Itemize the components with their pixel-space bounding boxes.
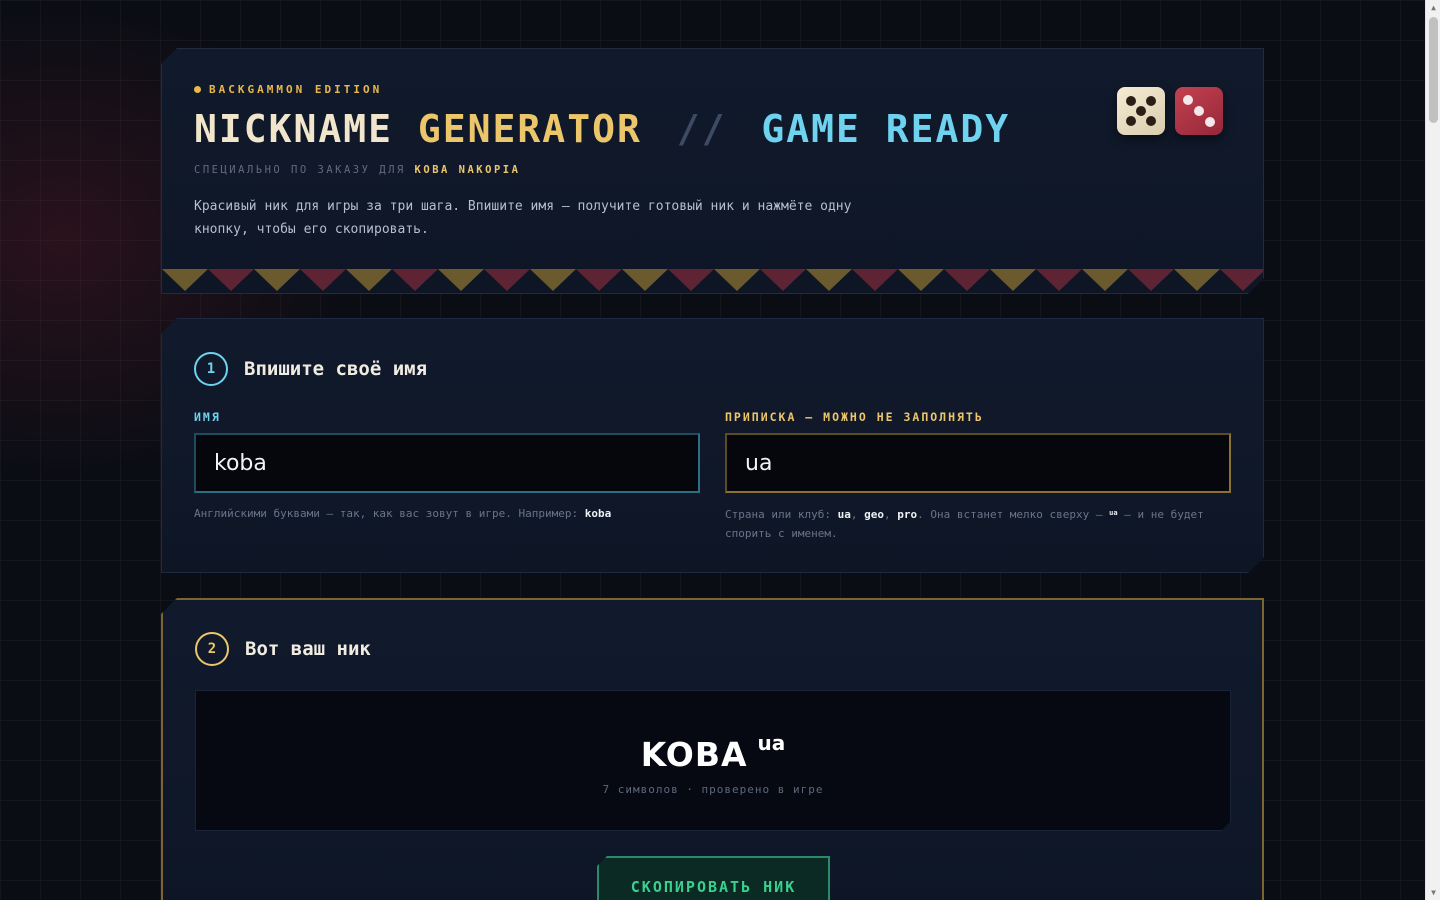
point-triangle: [438, 269, 484, 291]
subtitle-name: KOBA NAKOPIA: [414, 164, 521, 176]
edition-badge: BACKGAMMON EDITION: [194, 83, 382, 96]
tag-label: ПРИПИСКА — МОЖНО НЕ ЗАПОЛНЯТЬ: [725, 410, 984, 424]
scroll-up-icon[interactable]: ▲: [1426, 0, 1440, 15]
tag-hint-mini: ua: [1109, 509, 1118, 517]
title-ready: READY: [885, 107, 1011, 151]
point-triangle: [898, 269, 944, 291]
point-triangle: [576, 269, 622, 291]
nickname-main: KOBA: [640, 735, 748, 774]
copy-nickname-button[interactable]: СКОПИРОВАТЬ НИК: [597, 856, 830, 900]
edition-dot-icon: [194, 86, 201, 93]
step-2-header: 2 Вот ваш ник: [195, 632, 371, 666]
subtitle: СПЕЦИАЛЬНО ПО ЗАКАЗУ ДЛЯ KOBA NAKOPIA: [194, 164, 520, 176]
subtitle-prefix: СПЕЦИАЛЬНО ПО ЗАКАЗУ ДЛЯ: [194, 164, 406, 176]
name-input[interactable]: koba: [194, 433, 700, 493]
step-result-card: 2 Вот ваш ник KOBA ua 7 символов · провер…: [161, 598, 1264, 900]
point-triangle: [300, 269, 346, 291]
point-triangle: [1128, 269, 1174, 291]
name-hint-text: Английскими буквами — так, как вас зовут…: [194, 507, 579, 520]
tag-input-value: ua: [745, 450, 773, 476]
name-hint-example: koba: [584, 507, 612, 520]
edition-label: BACKGAMMON EDITION: [209, 83, 383, 96]
nickname-preview: KOBA ua 7 символов · проверено в игре: [195, 690, 1231, 831]
page-title: NICKNAME GENERATOR // GAME READY: [194, 107, 1010, 151]
point-triangle: [208, 269, 254, 291]
point-triangle: [760, 269, 806, 291]
point-triangle: [852, 269, 898, 291]
point-triangle: [806, 269, 852, 291]
title-nickname: NICKNAME: [194, 107, 394, 151]
step-2-number: 2: [195, 632, 229, 666]
point-triangle: [392, 269, 438, 291]
header-card: BACKGAMMON EDITION NICKNAME GENERATOR //…: [161, 48, 1264, 294]
step-1-number: 1: [194, 352, 228, 386]
point-triangle: [1082, 269, 1128, 291]
backgammon-points-decoration: [162, 269, 1263, 293]
scrollbar-thumb[interactable]: [1429, 17, 1438, 123]
point-triangle: [714, 269, 760, 291]
tag-hint: Страна или клуб: ua, geo, pro. Она встан…: [725, 508, 1204, 540]
nickname-superscript: ua: [757, 731, 786, 755]
point-triangle: [622, 269, 668, 291]
page-scrollbar[interactable]: ▲ ▼: [1425, 0, 1440, 900]
tag-hint-example-geo: geo: [864, 508, 884, 521]
nickname-meta: 7 символов · проверено в игре: [602, 783, 824, 796]
title-generator: GENERATOR: [417, 107, 642, 151]
step-1-title: Впишите своё имя: [244, 358, 428, 380]
point-triangle: [944, 269, 990, 291]
title-game: GAME: [761, 107, 861, 151]
point-triangle: [530, 269, 576, 291]
tag-hint-example-ua: ua: [837, 508, 851, 521]
scroll-down-icon[interactable]: ▼: [1426, 885, 1440, 900]
point-triangle: [484, 269, 530, 291]
point-triangle: [1036, 269, 1082, 291]
name-input-value: koba: [214, 450, 267, 476]
point-triangle: [668, 269, 714, 291]
step-2-title: Вот ваш ник: [245, 638, 371, 660]
point-triangle: [254, 269, 300, 291]
red-die-icon: [1175, 87, 1223, 135]
name-hint: Английскими буквами — так, как вас зовут…: [194, 504, 700, 523]
tag-hint-mid: . Она встанет мелко сверху —: [917, 508, 1103, 521]
generated-nickname: KOBA ua: [196, 731, 1230, 774]
point-triangle: [1220, 269, 1263, 291]
point-triangle: [990, 269, 1036, 291]
description: Красивый ник для игры за три шага. Впиши…: [194, 199, 852, 237]
tag-hint-example-pro: pro: [897, 508, 918, 521]
step-name-card: 1 Впишите своё имя ИМЯ koba Английскими …: [161, 318, 1264, 573]
point-triangle: [162, 269, 208, 291]
title-separator: //: [676, 107, 727, 151]
white-die-icon: [1117, 87, 1165, 135]
tag-input[interactable]: ua: [725, 433, 1231, 493]
point-triangle: [1174, 269, 1220, 291]
name-label: ИМЯ: [194, 410, 221, 424]
point-triangle: [346, 269, 392, 291]
tag-hint-intro: Страна или клуб:: [725, 508, 831, 521]
step-1-header: 1 Впишите своё имя: [194, 352, 427, 386]
